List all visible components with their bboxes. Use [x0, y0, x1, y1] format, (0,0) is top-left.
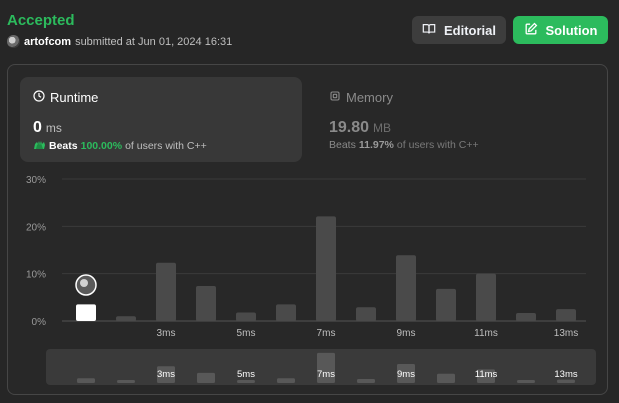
bar[interactable]	[556, 309, 576, 321]
minimap-bar	[357, 379, 375, 383]
editorial-button[interactable]: Editorial	[412, 16, 506, 44]
minimap-bar	[557, 379, 575, 383]
minimap-label: 7ms	[317, 369, 335, 380]
bar[interactable]	[156, 262, 176, 321]
minimap-bar	[197, 372, 215, 383]
submitted-time: submitted at Jun 01, 2024 16:31	[75, 35, 233, 48]
x-tick-label: 7ms	[317, 328, 336, 339]
minimap-bar	[77, 378, 95, 383]
solution-button[interactable]: Solution	[513, 16, 608, 44]
x-tick-label: 9ms	[397, 328, 416, 339]
y-tick-label: 0%	[32, 317, 47, 328]
avatar[interactable]	[7, 35, 20, 48]
editorial-label: Editorial	[443, 22, 496, 38]
minimap-bar	[277, 378, 295, 383]
bar[interactable]	[396, 255, 416, 321]
minimap-label: 5ms	[237, 369, 255, 380]
x-tick-label: 13ms	[554, 328, 578, 339]
x-tick-label: 3ms	[157, 328, 176, 339]
x-tick-label: 11ms	[474, 328, 498, 339]
minimap-label: 11ms	[475, 369, 498, 380]
submission-info: artofcom submitted at Jun 01, 2024 16:31	[7, 35, 232, 48]
bar[interactable]	[236, 312, 256, 321]
y-tick-label: 10%	[26, 270, 46, 281]
bar[interactable]	[116, 316, 136, 321]
minimap-bar	[117, 380, 135, 383]
bar-selected[interactable]	[76, 304, 96, 321]
solution-label: Solution	[545, 22, 598, 38]
y-tick-label: 30%	[26, 175, 46, 186]
y-tick-label: 20%	[26, 222, 46, 233]
bar[interactable]	[436, 288, 456, 321]
bar[interactable]	[476, 273, 496, 321]
minimap-label: 9ms	[397, 369, 415, 380]
performance-panel: Runtime 0 ms Beats 100.00% of users with…	[7, 64, 608, 395]
minimap-label: 3ms	[157, 369, 175, 380]
x-tick-label: 5ms	[237, 328, 256, 339]
bar[interactable]	[196, 285, 216, 321]
edit-icon	[524, 22, 538, 39]
avatar-highlight	[80, 279, 88, 287]
minimap-bar	[517, 380, 535, 383]
bar[interactable]	[316, 216, 336, 321]
username-link[interactable]: artofcom	[24, 36, 71, 48]
status-title: Accepted	[7, 12, 75, 29]
minimap-bar	[237, 380, 255, 383]
minimap-bar	[437, 373, 455, 383]
bar[interactable]	[356, 307, 376, 321]
runtime-distribution-chart[interactable]: 0% 10% 20% 30% 3ms 5ms 7ms 9ms 11ms 13ms 3ms 5ms 7ms…	[8, 65, 607, 394]
bar[interactable]	[516, 312, 536, 321]
book-icon	[422, 22, 436, 39]
bar[interactable]	[276, 304, 296, 321]
minimap-label: 13ms	[554, 369, 577, 380]
